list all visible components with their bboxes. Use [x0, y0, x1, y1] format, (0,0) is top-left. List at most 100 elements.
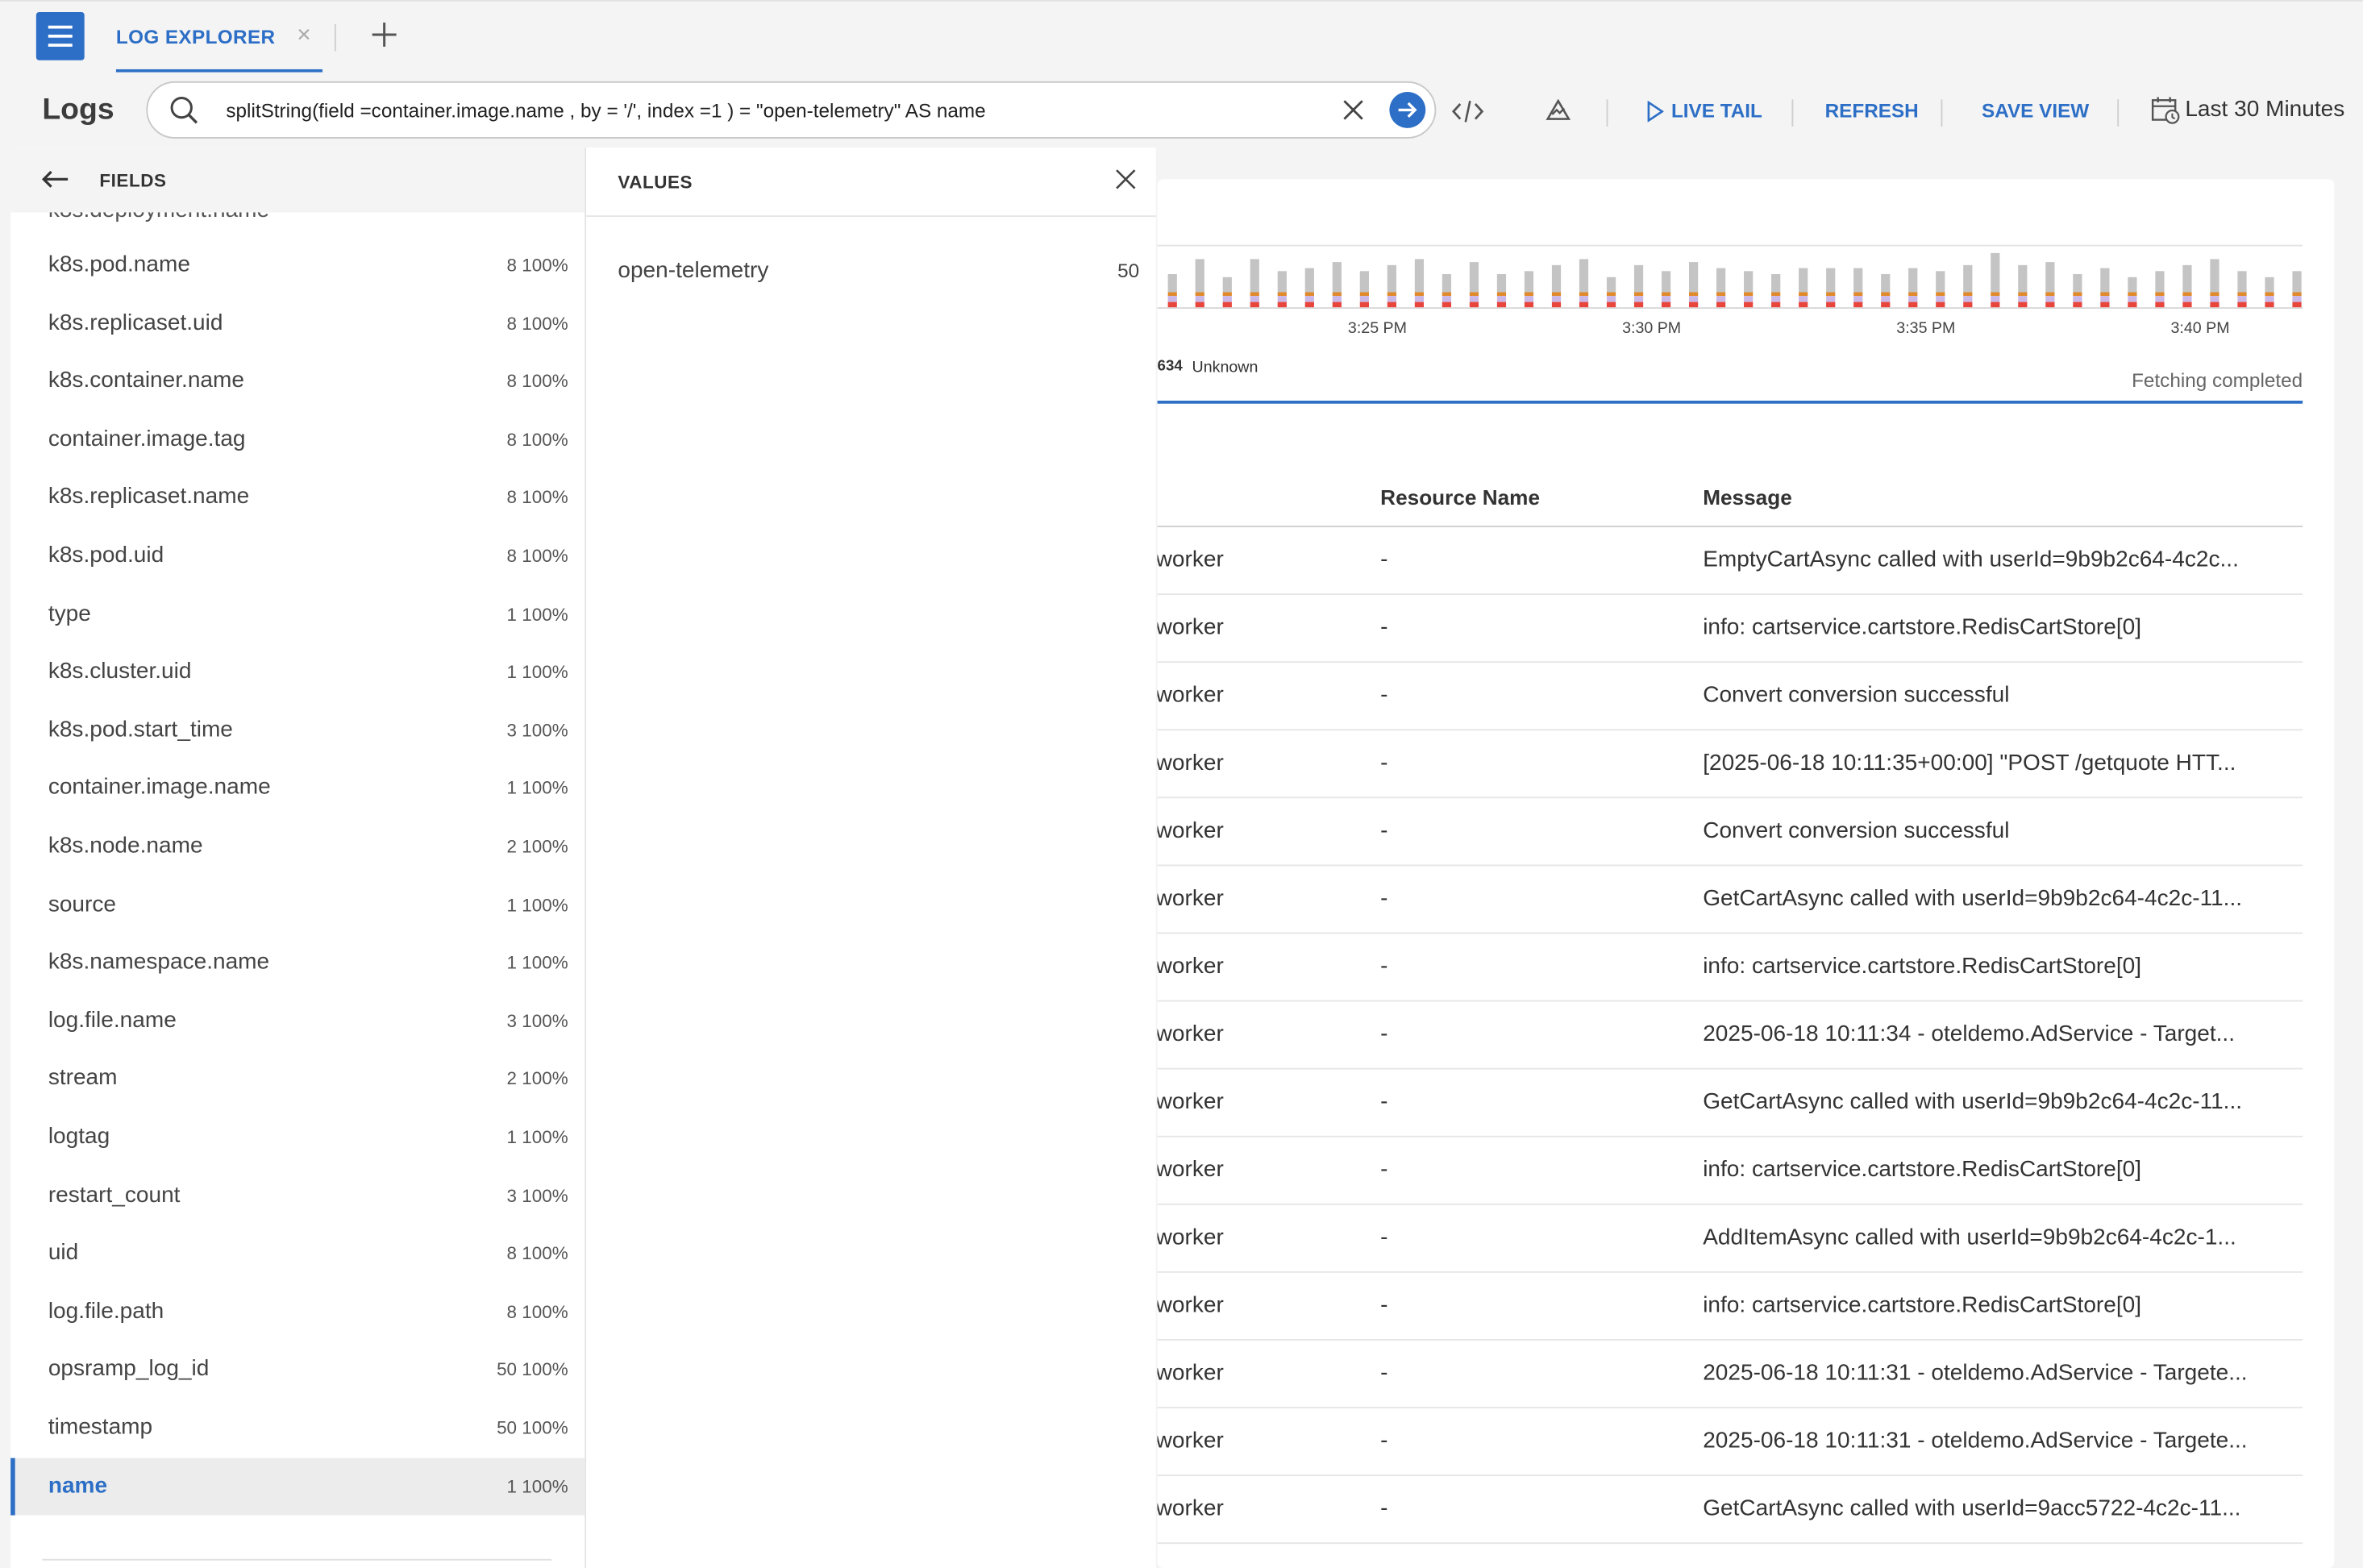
histogram-bar[interactable] — [1551, 292, 1562, 297]
histogram-bar[interactable] — [1277, 302, 1287, 308]
histogram-bar[interactable] — [1195, 292, 1204, 297]
histogram-bar[interactable] — [1442, 296, 1452, 302]
histogram-bar[interactable] — [1716, 268, 1726, 293]
histogram-bar[interactable] — [1771, 296, 1781, 302]
histogram-bar[interactable] — [1469, 292, 1479, 297]
table-row[interactable]: worker - 2025-06-18 10:11:31 - oteldemo.Ad… — [1157, 1339, 2303, 1408]
histogram-bar[interactable] — [2210, 292, 2219, 297]
histogram-bar[interactable] — [2182, 302, 2192, 308]
histogram-bar[interactable] — [1908, 302, 1918, 308]
histogram-bar[interactable] — [1771, 274, 1781, 293]
histogram-bar[interactable] — [1359, 292, 1369, 297]
field-item[interactable]: name 1 100% — [10, 1457, 585, 1515]
histogram-bar[interactable] — [1606, 292, 1616, 297]
histogram-bar[interactable] — [1496, 302, 1507, 308]
histogram-bar[interactable] — [1881, 296, 1891, 302]
histogram-bar[interactable] — [1991, 296, 2000, 302]
histogram-bar[interactable] — [2292, 302, 2302, 308]
histogram-bar[interactable] — [1304, 296, 1314, 302]
histogram-bar[interactable] — [1606, 296, 1616, 302]
histogram-bar[interactable] — [1991, 302, 2000, 308]
histogram-bar[interactable] — [2100, 292, 2110, 297]
histogram-bar[interactable] — [1661, 302, 1671, 308]
field-item[interactable]: k8s.pod.name 8 100% — [10, 236, 585, 293]
table-row[interactable]: worker - info: cartservice.cartstore.Redis… — [1157, 593, 2303, 663]
histogram-bar[interactable] — [1359, 302, 1369, 308]
table-row[interactable]: worker - 2025-06-18 10:11:31 - oteldemo.Ad… — [1157, 1407, 2303, 1477]
histogram-bar[interactable] — [1799, 296, 1808, 302]
histogram-bar[interactable] — [1799, 292, 1808, 297]
histogram-bar[interactable] — [1222, 296, 1232, 302]
histogram-bar[interactable] — [1688, 296, 1699, 302]
histogram-bar[interactable] — [1222, 302, 1232, 308]
histogram-bar[interactable] — [1551, 302, 1562, 308]
histogram-bar[interactable] — [2155, 296, 2165, 302]
histogram-bar[interactable] — [1633, 296, 1644, 302]
histogram-bar[interactable] — [2018, 302, 2028, 308]
table-row[interactable]: worker - AddItemAsync called with userId=9… — [1157, 1204, 2303, 1273]
histogram-bar[interactable] — [1991, 252, 2000, 293]
histogram-bar[interactable] — [2265, 296, 2274, 302]
histogram-bar[interactable] — [1826, 292, 1836, 297]
close-tab-icon[interactable]: × — [297, 23, 310, 50]
histogram-bar[interactable] — [1469, 296, 1479, 302]
histogram-bar[interactable] — [1524, 292, 1534, 297]
histogram-bar[interactable] — [1195, 259, 1204, 293]
histogram-bar[interactable] — [1661, 271, 1671, 293]
histogram-bar[interactable] — [1688, 262, 1699, 293]
table-row[interactable]: worker - EmptyCartAsync called with userId… — [1157, 526, 2303, 596]
histogram-bar[interactable] — [1332, 292, 1342, 297]
histogram-bar[interactable] — [1963, 292, 1973, 297]
histogram-bar[interactable] — [1222, 292, 1232, 297]
query-input[interactable] — [226, 82, 1312, 138]
histogram-bar[interactable] — [1936, 292, 1945, 297]
field-item[interactable]: k8s.node.name 2 100% — [10, 818, 585, 876]
histogram-bar[interactable] — [2128, 296, 2137, 302]
histogram-bar[interactable] — [1332, 296, 1342, 302]
histogram-bar[interactable] — [2073, 274, 2082, 293]
table-row[interactable]: worker - info: cartservice.cartstore.Redis… — [1157, 1136, 2303, 1205]
histogram-bar[interactable] — [1277, 271, 1287, 293]
field-item[interactable]: log.file.path 8 100% — [10, 1283, 585, 1340]
chart-toggle-icon[interactable] — [1545, 97, 1572, 124]
histogram-bar[interactable] — [1579, 302, 1589, 308]
histogram-bar[interactable] — [1744, 302, 1754, 308]
field-item[interactable]: k8s.container.name 8 100% — [10, 353, 585, 410]
histogram-bar[interactable] — [2073, 296, 2082, 302]
histogram-bar[interactable] — [2210, 259, 2219, 293]
histogram-bar[interactable] — [2018, 264, 2028, 293]
histogram-bar[interactable] — [1414, 302, 1425, 308]
histogram-bar[interactable] — [1359, 296, 1369, 302]
histogram-bar[interactable] — [2073, 302, 2082, 308]
histogram-bar[interactable] — [1579, 296, 1589, 302]
histogram-bar[interactable] — [2128, 292, 2137, 297]
back-arrow-icon[interactable] — [40, 167, 70, 191]
histogram-bar[interactable] — [1881, 302, 1891, 308]
table-row[interactable]: worker - GetCartAsync called with userId=9… — [1157, 864, 2303, 934]
histogram-bar[interactable] — [2292, 271, 2302, 293]
save-view-button[interactable]: SAVE VIEW — [1982, 99, 2089, 122]
histogram-bar[interactable] — [1799, 302, 1808, 308]
histogram-bar[interactable] — [2045, 302, 2055, 308]
histogram-bar[interactable] — [1963, 296, 1973, 302]
histogram-bar[interactable] — [1853, 296, 1863, 302]
histogram-bar[interactable] — [1167, 292, 1177, 297]
histogram-bar[interactable] — [1250, 292, 1259, 297]
histogram-bar[interactable] — [1387, 296, 1397, 302]
field-item[interactable]: source 1 100% — [10, 876, 585, 934]
histogram-bar[interactable] — [1881, 292, 1891, 297]
histogram-bar[interactable] — [2237, 296, 2247, 302]
histogram-bar[interactable] — [1442, 292, 1452, 297]
add-tab-icon[interactable] — [368, 17, 401, 53]
histogram-bar[interactable] — [1908, 268, 1918, 293]
tab-log-explorer[interactable]: LOG EXPLORER — [115, 2, 323, 74]
histogram-bar[interactable] — [1551, 264, 1562, 293]
field-item[interactable]: stream 2 100% — [10, 1050, 585, 1108]
table-row[interactable]: worker - [2025-06-18 10:11:35+00:00] "POST… — [1157, 729, 2303, 799]
close-icon[interactable] — [1113, 167, 1138, 191]
histogram-bar[interactable] — [1387, 292, 1397, 297]
histogram-bar[interactable] — [2265, 277, 2274, 293]
histogram-bar[interactable] — [2210, 296, 2219, 302]
histogram-bar[interactable] — [1633, 292, 1644, 297]
histogram-bar[interactable] — [1991, 292, 2000, 297]
